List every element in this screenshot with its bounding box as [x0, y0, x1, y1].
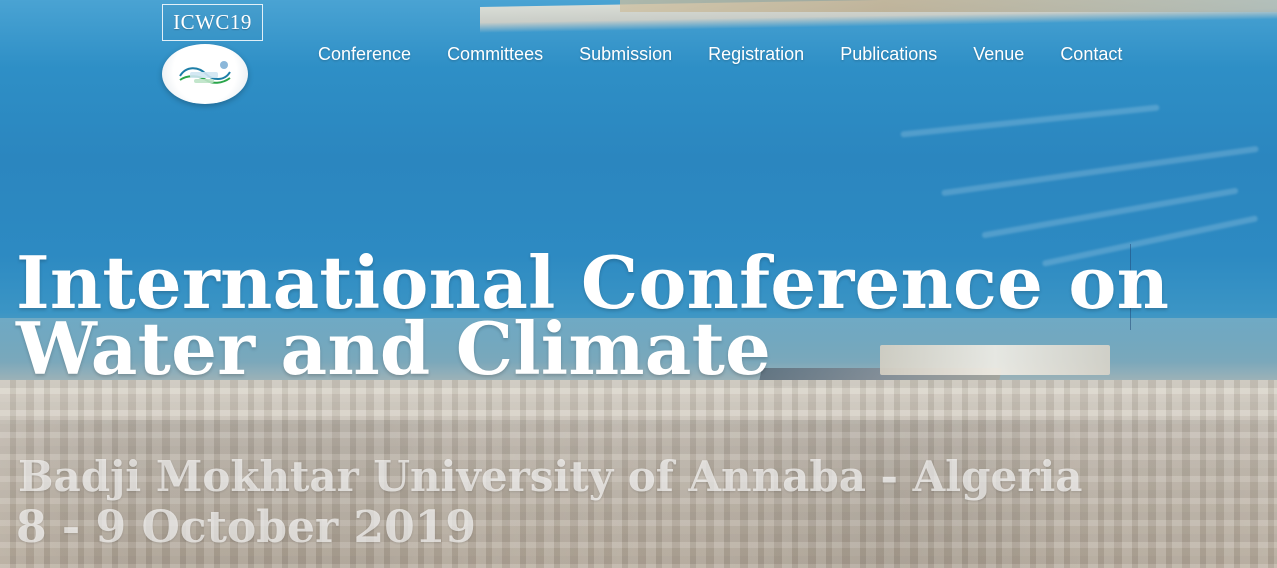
- nav-publications[interactable]: Publications: [822, 44, 955, 65]
- sea-wave: [941, 145, 1259, 197]
- conference-title-line-2: Water and Climate: [16, 306, 772, 392]
- conference-logo: [162, 44, 248, 104]
- conference-location: Badji Mokhtar University of Annaba - Alg…: [18, 452, 1083, 501]
- brand[interactable]: ICWC19: [162, 4, 263, 104]
- beach-background: [620, 0, 1277, 12]
- top-nav: Conference Committees Submission Registr…: [300, 38, 1140, 70]
- conference-date: 8 - 9 October 2019: [16, 502, 476, 553]
- nav-venue[interactable]: Venue: [955, 44, 1042, 65]
- nav-committees[interactable]: Committees: [429, 44, 561, 65]
- sea-wave: [900, 104, 1160, 138]
- conference-title: International Conference on Water and Cl…: [16, 246, 1169, 392]
- hero-section: ICWC19 Conference Committees Submission …: [0, 0, 1277, 568]
- nav-contact[interactable]: Contact: [1042, 44, 1140, 65]
- nav-submission[interactable]: Submission: [561, 44, 690, 65]
- brand-title[interactable]: ICWC19: [162, 4, 263, 41]
- nav-registration[interactable]: Registration: [690, 44, 822, 65]
- nav-conference[interactable]: Conference: [300, 44, 429, 65]
